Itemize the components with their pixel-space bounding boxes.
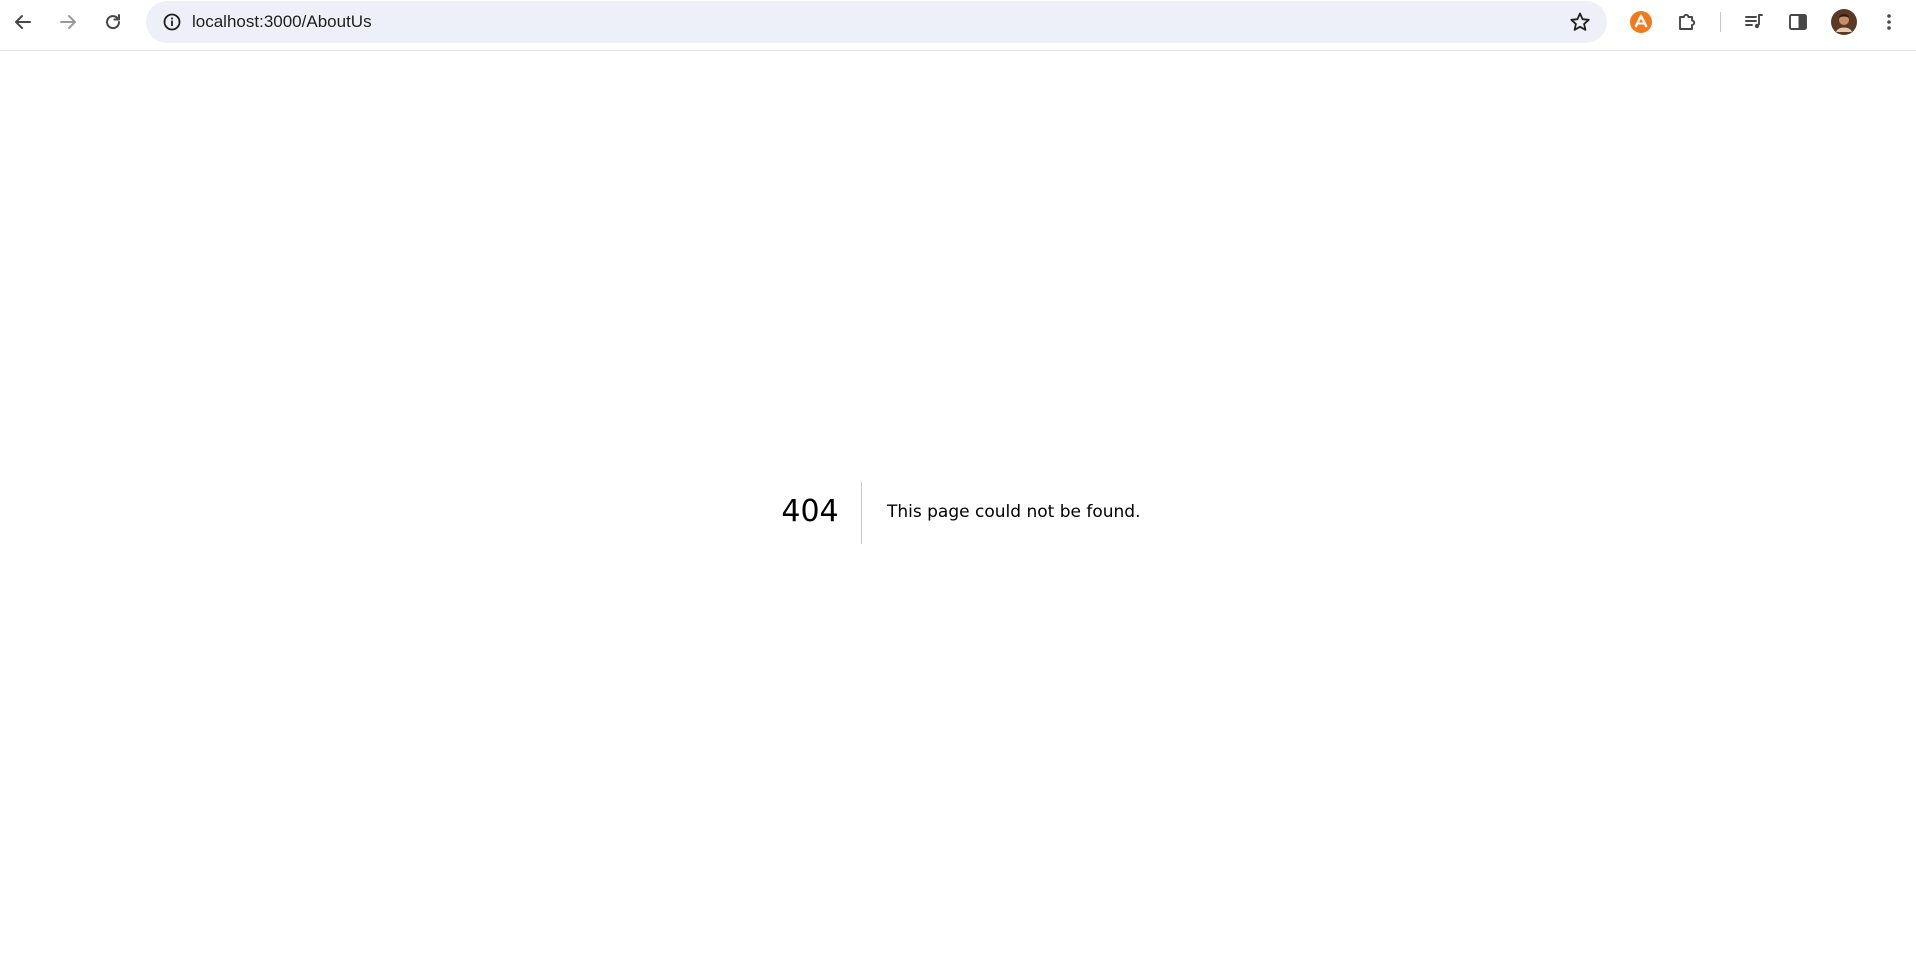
reload-button[interactable]: [96, 5, 130, 39]
star-icon: [1570, 12, 1590, 31]
reload-icon: [106, 14, 121, 30]
bookmark-button[interactable]: [1563, 5, 1597, 39]
media-button[interactable]: [1737, 5, 1771, 39]
avatar: [1831, 9, 1857, 35]
arrow-right-icon: [60, 15, 76, 29]
error-message: This page could not be found.: [887, 502, 1141, 522]
orange-extension-icon: [1630, 11, 1652, 33]
puzzle-icon: [1679, 13, 1696, 30]
arrow-left-icon: [15, 15, 31, 29]
toolbar-divider: [1720, 12, 1721, 32]
error-divider: [861, 482, 862, 544]
error-code: 404: [781, 494, 839, 529]
info-icon: [163, 13, 181, 31]
profile-button[interactable]: [1827, 5, 1861, 39]
forward-button[interactable]: [51, 5, 85, 39]
site-info-button[interactable]: [156, 6, 188, 38]
kebab-menu-icon: [1887, 14, 1891, 30]
address-bar[interactable]: localhost:3000/AboutUs: [146, 1, 1607, 43]
browser-toolbar: localhost:3000/AboutUs: [0, 0, 1916, 51]
url-text[interactable]: localhost:3000/AboutUs: [192, 1, 372, 43]
extension-button[interactable]: [1624, 5, 1658, 39]
media-queue-icon: [1745, 14, 1763, 29]
side-panel-button[interactable]: [1781, 5, 1815, 39]
side-panel-icon: [1789, 14, 1807, 30]
back-button[interactable]: [6, 5, 40, 39]
menu-button[interactable]: [1872, 5, 1906, 39]
extensions-button[interactable]: [1670, 5, 1704, 39]
